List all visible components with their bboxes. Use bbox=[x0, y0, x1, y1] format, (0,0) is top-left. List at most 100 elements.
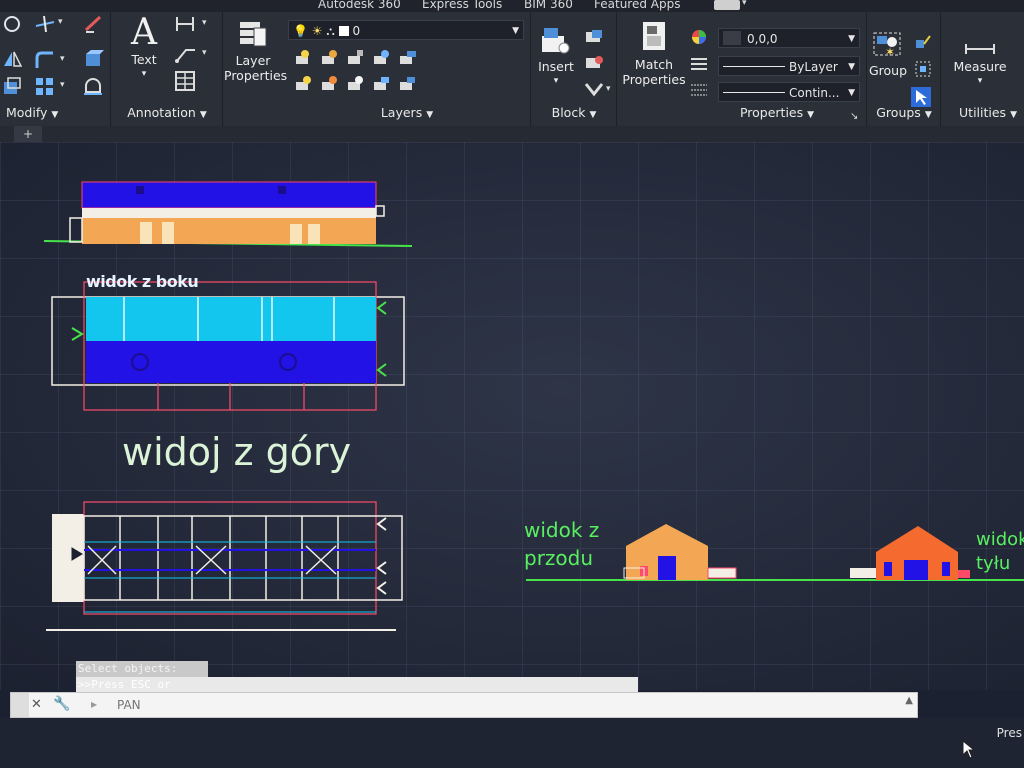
insert-button[interactable]: Insert ▾ bbox=[534, 26, 578, 89]
chevron-down-icon: ▼ bbox=[51, 110, 59, 120]
layer-tool-icon[interactable] bbox=[294, 74, 314, 92]
panel-title-annotation[interactable]: Annotation ▼ bbox=[112, 105, 222, 120]
line-preview-icon bbox=[723, 66, 785, 67]
layer-tool-icon[interactable] bbox=[346, 48, 366, 66]
layer-tool-icon[interactable] bbox=[398, 74, 418, 92]
command-history-line: Select objects: bbox=[76, 661, 208, 677]
line-preview-icon bbox=[723, 92, 785, 93]
chevron-down-icon: ▼ bbox=[1010, 110, 1017, 120]
chevron-down-icon[interactable]: ▾ bbox=[60, 80, 65, 90]
autocad-window: Autodesk 360 Express Tools BIM 360 Featu… bbox=[0, 0, 1024, 768]
layer-tool-icon[interactable] bbox=[346, 74, 366, 92]
tab-express-tools[interactable]: Express Tools bbox=[422, 0, 502, 11]
layer-stack-icon bbox=[240, 22, 267, 47]
tab-autodesk-360[interactable]: Autodesk 360 bbox=[318, 0, 401, 11]
lineweight-dropdown[interactable]: Contin... ▼ bbox=[718, 82, 860, 102]
explode-icon[interactable] bbox=[82, 48, 104, 70]
edit-block-icon[interactable] bbox=[584, 54, 606, 72]
drag-handle[interactable] bbox=[11, 693, 29, 717]
mirror-icon[interactable] bbox=[2, 48, 22, 70]
offset-icon[interactable] bbox=[82, 76, 104, 96]
label-back-view: widok z tyłu bbox=[976, 529, 1024, 574]
side-elevation bbox=[43, 181, 413, 247]
circle-icon[interactable] bbox=[2, 14, 22, 34]
chevron-down-icon[interactable]: ▾ bbox=[606, 84, 611, 94]
chevron-down-icon[interactable]: ▾ bbox=[202, 18, 207, 28]
chevron-down-icon[interactable]: ▾ bbox=[202, 48, 207, 58]
svg-text:✶: ✶ bbox=[885, 45, 895, 59]
layer-tool-icon[interactable] bbox=[294, 48, 314, 66]
group-edit-icon[interactable] bbox=[914, 60, 932, 78]
layer-tool-icon[interactable] bbox=[372, 74, 392, 92]
drawing-canvas[interactable]: widok z boku widoj z góry widok z przodu… bbox=[0, 142, 1024, 690]
panel-title-modify[interactable]: Modify ▼ bbox=[6, 105, 110, 120]
linear-dimension-icon[interactable] bbox=[174, 14, 198, 34]
trim-icon[interactable] bbox=[34, 14, 56, 34]
chevron-up-icon[interactable]: ▲ bbox=[905, 695, 913, 706]
layer-dropdown[interactable]: 💡 ☀ ⛬ 0 ▼ bbox=[288, 20, 524, 40]
tab-featured-apps[interactable]: Featured Apps bbox=[594, 0, 680, 11]
group-button[interactable]: ✶ Group bbox=[868, 30, 908, 78]
chevron-down-icon: ▼ bbox=[199, 110, 207, 120]
array-icon[interactable] bbox=[34, 76, 56, 96]
wrench-icon[interactable]: 🔧 bbox=[53, 696, 70, 712]
chevron-down-icon[interactable]: ▾ bbox=[60, 54, 65, 64]
layer-tool-icon[interactable] bbox=[372, 48, 392, 66]
chevron-down-icon: ▾ bbox=[553, 76, 559, 86]
dialog-launcher-icon[interactable]: ↘ bbox=[850, 111, 858, 122]
layer-properties-button[interactable]: Layer Properties bbox=[224, 18, 287, 83]
chevron-down-icon: ▼ bbox=[512, 26, 519, 36]
measure-button[interactable]: Measure ▾ bbox=[946, 42, 1014, 89]
chevron-down-icon: ▼ bbox=[924, 110, 932, 120]
linetype-dropdown[interactable]: ByLayer ▼ bbox=[718, 56, 860, 76]
drawing-svg bbox=[43, 181, 1024, 631]
attribute-icon[interactable] bbox=[584, 80, 606, 98]
layer-tool-icon[interactable] bbox=[320, 48, 340, 66]
lineweight-icon[interactable] bbox=[690, 82, 708, 98]
chevron-down-icon: ▼ bbox=[426, 110, 434, 120]
tab-extra-icon[interactable] bbox=[714, 0, 740, 10]
new-drawing-tab[interactable]: + bbox=[14, 126, 42, 142]
tab-overflow-icon[interactable]: ▾ bbox=[742, 0, 747, 8]
match-properties-icon bbox=[643, 22, 665, 50]
linetype-icon[interactable] bbox=[690, 56, 708, 72]
command-history-line: >>Press ESC or bbox=[76, 677, 638, 693]
layer-tool-icon[interactable] bbox=[320, 74, 340, 92]
panel-title-block[interactable]: Block ▼ bbox=[532, 105, 616, 120]
erase-icon[interactable] bbox=[82, 14, 104, 34]
panel-title-layers[interactable]: Layers ▼ bbox=[284, 105, 530, 120]
color-wheel-icon[interactable] bbox=[690, 28, 708, 46]
layer-tool-icon[interactable] bbox=[398, 48, 418, 66]
match-properties-button[interactable]: Match Properties bbox=[618, 20, 690, 87]
panel-title-properties[interactable]: Properties ▼ bbox=[688, 105, 866, 120]
table-icon[interactable] bbox=[174, 70, 196, 92]
fillet-icon[interactable] bbox=[34, 50, 56, 70]
command-prompt-icon: ▸ bbox=[91, 697, 98, 711]
chevron-down-icon[interactable]: ▾ bbox=[58, 17, 63, 27]
status-bar: Pres bbox=[0, 718, 1024, 768]
panel-title-groups[interactable]: Groups ▼ bbox=[868, 105, 940, 120]
ribbon: ▾ ▾ ▾ Modify▼ A Text ▾ ▾ ▾ Annotation▼ bbox=[0, 12, 1024, 127]
group-icon: ✶ bbox=[873, 32, 901, 59]
panel-layers: Layer Properties 💡 ☀ ⛬ 0 ▼ Layers ▼ bbox=[224, 12, 531, 126]
command-input[interactable] bbox=[117, 696, 897, 714]
scale-icon[interactable] bbox=[2, 76, 22, 96]
panel-utilities: Measure ▾ Utilities ▼ bbox=[942, 12, 1024, 126]
text-button[interactable]: A Text ▾ bbox=[122, 14, 166, 82]
label-front-view: widok z przodu bbox=[524, 518, 600, 570]
create-block-icon[interactable] bbox=[584, 28, 606, 46]
chevron-down-icon: ▼ bbox=[848, 62, 855, 72]
panel-groups: ✶ Group Groups ▼ bbox=[868, 12, 941, 126]
chevron-down-icon: ▼ bbox=[589, 110, 597, 120]
ungroup-icon[interactable] bbox=[914, 34, 932, 52]
close-icon[interactable]: ✕ bbox=[31, 697, 42, 712]
tab-bim-360[interactable]: BIM 360 bbox=[524, 0, 573, 11]
leader-icon[interactable] bbox=[174, 44, 198, 64]
front-back-elevations bbox=[526, 524, 1024, 581]
color-dropdown[interactable]: 0,0,0 ▼ bbox=[718, 28, 860, 48]
panel-title-utilities[interactable]: Utilities ▼ bbox=[952, 105, 1024, 120]
panel-annotation: A Text ▾ ▾ ▾ Annotation ▼ bbox=[112, 12, 223, 126]
chevron-down-icon: ▼ bbox=[807, 110, 815, 120]
chevron-down-icon: ▼ bbox=[848, 34, 855, 44]
color-swatch-icon bbox=[723, 31, 741, 45]
